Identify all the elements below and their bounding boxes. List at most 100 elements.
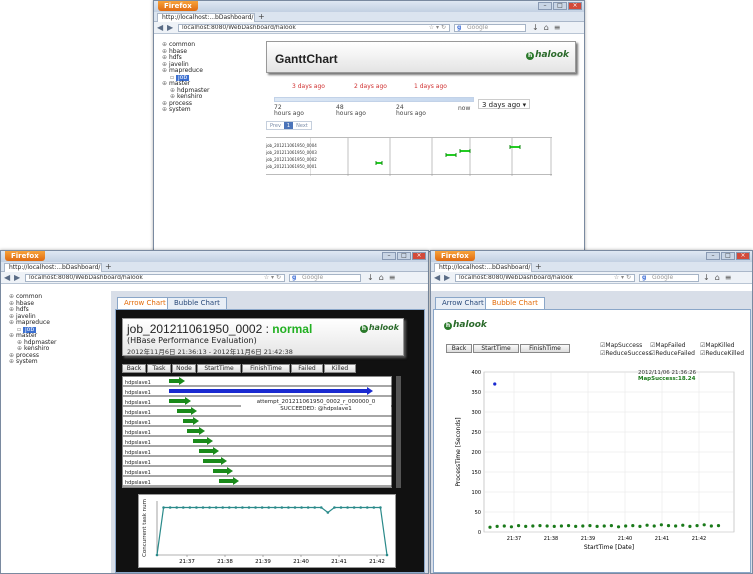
gantt-bar[interactable]: [375, 161, 383, 165]
scatter-point[interactable]: [666, 524, 671, 528]
legend-item[interactable]: ☑ReduceSuccess: [600, 350, 652, 358]
scatter-point[interactable]: [538, 524, 542, 528]
reload-icon[interactable]: ☆ ▾ ↻: [264, 275, 281, 281]
tab-bubble-chart[interactable]: Bubble Chart: [485, 297, 545, 309]
pager-prev[interactable]: Prev: [267, 122, 284, 129]
back-arrow-icon[interactable]: ◀: [157, 23, 163, 33]
tree-item-system[interactable]: ⊕ system: [9, 358, 111, 366]
maximize-icon[interactable]: □: [553, 2, 567, 10]
back-arrow-icon[interactable]: ◀: [434, 273, 440, 283]
task-arrow[interactable]: [213, 467, 233, 475]
tab-bubble-chart[interactable]: Bubble Chart: [167, 297, 227, 309]
gantt-bar[interactable]: [445, 153, 457, 157]
pager-next[interactable]: Next: [293, 122, 311, 129]
forward-arrow-icon[interactable]: ▶: [14, 273, 20, 283]
arrow-btn-starttime[interactable]: StartTime: [197, 364, 241, 373]
scatter-point[interactable]: [531, 524, 535, 528]
minimize-icon[interactable]: –: [382, 252, 396, 260]
scatter-point[interactable]: [566, 524, 571, 528]
tab-arrow-chart[interactable]: Arrow Chart: [117, 297, 173, 309]
legend-item[interactable]: ☑ReduceKilled: [700, 350, 750, 358]
task-arrow[interactable]: [177, 407, 197, 415]
firefox-menu-button[interactable]: Firefox: [5, 251, 45, 261]
menu-icon[interactable]: ≡: [725, 273, 732, 283]
menu-icon[interactable]: ≡: [554, 23, 561, 33]
scatter-point[interactable]: [616, 525, 621, 529]
gantt-bar[interactable]: [459, 149, 471, 153]
forward-arrow-icon[interactable]: ▶: [167, 23, 173, 33]
legend-item[interactable]: ☑ReduceFailed: [650, 350, 700, 358]
close-icon[interactable]: ×: [568, 2, 582, 10]
browser-tab[interactable]: http://localhost:...bDashboard/halook: [434, 263, 532, 272]
browser-tab[interactable]: http://localhost:...bDashboard/halook: [157, 13, 255, 22]
back-arrow-icon[interactable]: ◀: [4, 273, 10, 283]
tree-item-system[interactable]: ⊕ system: [162, 106, 264, 114]
bubble-btn-finishtime[interactable]: FinishTime: [520, 344, 570, 353]
scatter-point[interactable]: [524, 524, 528, 528]
home-icon[interactable]: ⌂: [379, 273, 384, 283]
arrow-scrollbar[interactable]: [396, 376, 401, 488]
search-input[interactable]: g Google: [289, 274, 361, 282]
arrow-btn-task[interactable]: Task: [147, 364, 171, 373]
task-arrow[interactable]: [193, 437, 213, 445]
scatter-point[interactable]: [702, 523, 706, 527]
tab-arrow-chart[interactable]: Arrow Chart: [435, 297, 491, 309]
scatter-point[interactable]: [695, 524, 699, 528]
scatter-point[interactable]: [688, 524, 692, 528]
new-tab-button[interactable]: +: [258, 13, 265, 21]
task-arrow[interactable]: [219, 477, 239, 485]
home-icon[interactable]: ⌂: [544, 23, 549, 33]
legend-item[interactable]: ☑MapKilled: [700, 342, 750, 350]
reload-icon[interactable]: ☆ ▾ ↻: [614, 275, 631, 281]
scatter-point[interactable]: [516, 524, 521, 528]
range-select[interactable]: 3 days ago ▾: [478, 99, 531, 109]
arrow-btn-finishtime[interactable]: FinishTime: [242, 364, 290, 373]
scatter-point[interactable]: [652, 524, 656, 528]
pager-page-1[interactable]: 1: [283, 122, 294, 129]
scatter-point[interactable]: [674, 524, 678, 528]
scatter-point[interactable]: [545, 524, 549, 528]
download-icon[interactable]: ↓: [532, 23, 539, 33]
task-arrow[interactable]: [183, 417, 199, 425]
browser-tab[interactable]: http://localhost:...bDashboard/halook: [4, 263, 102, 272]
reload-icon[interactable]: ☆ ▾ ↻: [429, 25, 446, 31]
time-slider[interactable]: [274, 97, 474, 102]
scatter-point[interactable]: [502, 524, 506, 528]
firefox-menu-button[interactable]: Firefox: [158, 1, 198, 11]
scatter-point[interactable]: [716, 524, 721, 528]
arrow-btn-killed[interactable]: Killed: [324, 364, 356, 373]
task-arrow[interactable]: [169, 377, 185, 385]
scatter-point[interactable]: [588, 524, 592, 528]
legend-item[interactable]: ☑MapSuccess: [600, 342, 650, 350]
task-arrow[interactable]: [199, 447, 219, 455]
download-icon[interactable]: ↓: [367, 273, 374, 283]
arrow-btn-back[interactable]: Back: [122, 364, 146, 373]
scatter-point[interactable]: [493, 382, 497, 386]
firefox-menu-button[interactable]: Firefox: [435, 251, 475, 261]
scatter-point[interactable]: [488, 525, 492, 529]
scatter-point[interactable]: [509, 525, 514, 529]
url-bar[interactable]: localhost:8080/WebDashboard/halook ☆ ▾ ↻: [25, 274, 285, 282]
task-arrow[interactable]: [187, 427, 205, 435]
minimize-icon[interactable]: –: [706, 252, 720, 260]
task-arrow[interactable]: [169, 397, 191, 405]
search-input[interactable]: g Google: [454, 24, 526, 32]
task-arrow[interactable]: [203, 457, 227, 465]
arrow-btn-failed[interactable]: Failed: [291, 364, 323, 373]
bubble-btn-starttime[interactable]: StartTime: [473, 344, 519, 353]
close-icon[interactable]: ×: [736, 252, 750, 260]
new-tab-button[interactable]: +: [535, 263, 542, 271]
menu-icon[interactable]: ≡: [389, 273, 396, 283]
scatter-point[interactable]: [631, 524, 635, 528]
minimize-icon[interactable]: –: [538, 2, 552, 10]
maximize-icon[interactable]: □: [721, 252, 735, 260]
scatter-point[interactable]: [552, 524, 556, 528]
url-bar[interactable]: localhost:8080/WebDashboard/halook ☆ ▾ ↻: [178, 24, 450, 32]
scatter-point[interactable]: [638, 524, 642, 528]
scatter-point[interactable]: [559, 524, 563, 528]
scatter-point[interactable]: [609, 524, 613, 528]
scatter-point[interactable]: [602, 524, 606, 528]
scatter-point[interactable]: [709, 524, 713, 528]
scatter-point[interactable]: [681, 523, 685, 527]
maximize-icon[interactable]: □: [397, 252, 411, 260]
